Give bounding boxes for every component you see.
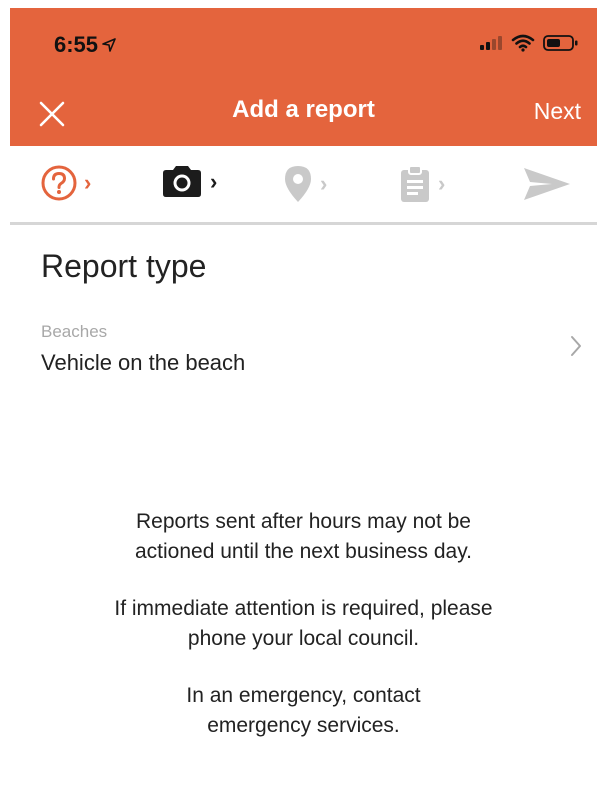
step-chevron-icon: › <box>438 171 446 196</box>
signal-icon <box>479 35 503 56</box>
location-pin-icon <box>285 166 311 202</box>
app-header: 6:55 Add a report Next <box>10 8 597 146</box>
report-category: Beaches <box>41 322 108 341</box>
location-arrow-icon <box>102 32 116 58</box>
after-hours-notice: Reports sent after hours may not be acti… <box>135 510 472 563</box>
send-icon <box>524 168 570 200</box>
status-icons <box>479 34 579 57</box>
step-submit[interactable] <box>522 164 572 204</box>
report-type-value: Vehicle on the beach <box>41 350 246 375</box>
status-time: 6:55 <box>54 32 99 57</box>
progress-steps: › › › › <box>10 146 597 225</box>
page-title: Add a report <box>232 96 375 123</box>
status-bar-time-group: 6:55 <box>54 32 116 58</box>
step-chevron-icon: › <box>84 170 92 195</box>
step-details[interactable]: › <box>398 164 445 204</box>
chevron-right-icon <box>569 334 583 363</box>
step-report-type[interactable]: › <box>40 164 91 202</box>
urgent-notice: If immediate attention is required, plea… <box>114 597 493 650</box>
emergency-notice: In an emergency, contact emergency servi… <box>186 684 421 737</box>
camera-icon <box>163 166 201 197</box>
step-photo[interactable]: › <box>160 164 217 200</box>
clipboard-icon <box>401 165 429 202</box>
report-type-selector[interactable]: Beaches Vehicle on the beach <box>41 320 587 384</box>
section-title: Report type <box>41 248 207 284</box>
step-location[interactable]: › <box>282 164 327 204</box>
battery-icon <box>543 34 579 57</box>
question-circle-icon <box>41 165 77 201</box>
wifi-icon <box>511 34 535 57</box>
next-button[interactable]: Next <box>534 98 581 125</box>
step-chevron-icon: › <box>320 171 328 196</box>
step-chevron-icon: › <box>210 169 218 194</box>
